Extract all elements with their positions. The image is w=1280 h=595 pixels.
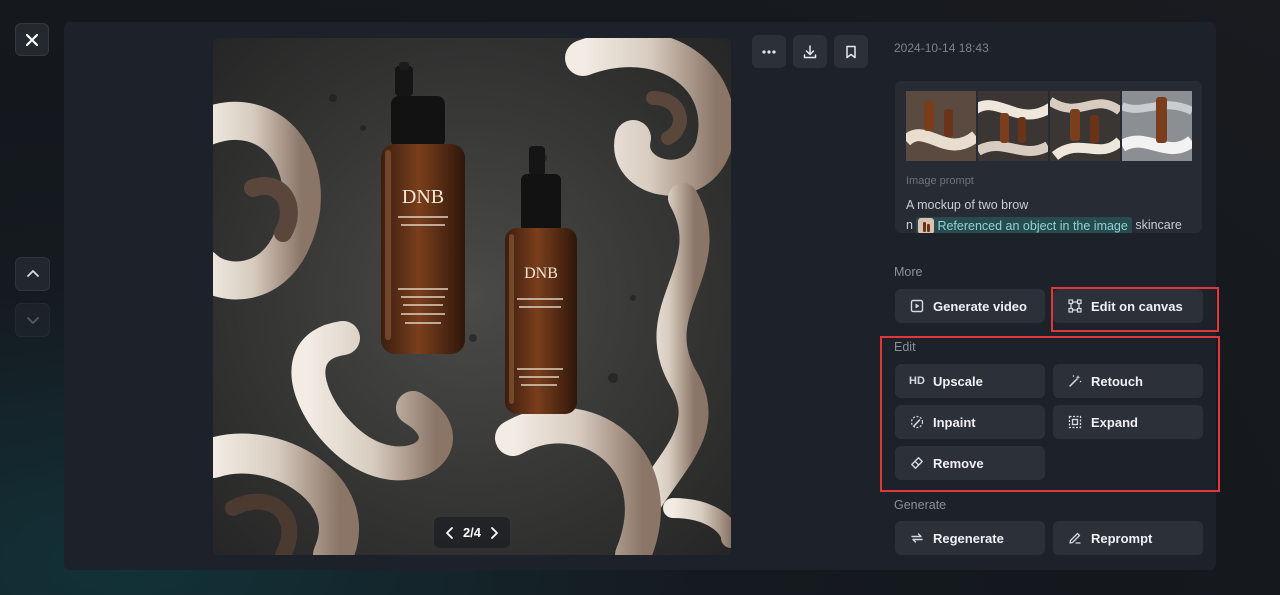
inpaint-button[interactable]: Inpaint <box>895 405 1045 439</box>
chevron-up-icon <box>26 270 39 277</box>
pager-next-button[interactable] <box>489 526 499 540</box>
retouch-label: Retouch <box>1091 373 1143 389</box>
bookmark-icon <box>846 45 856 58</box>
thumbnail[interactable] <box>978 91 1048 161</box>
prompt-text-prefix: n <box>906 218 913 232</box>
created-timestamp: 2024-10-14 18:43 <box>894 41 989 55</box>
edit-section-label: Edit <box>894 340 916 354</box>
brush-icon <box>909 414 925 430</box>
hd-icon: HD <box>909 375 925 387</box>
close-icon <box>25 33 39 46</box>
prompt-text: A mockup of two brow n Referenced an obj… <box>906 195 1196 233</box>
generated-image[interactable]: DNB DNB <box>213 38 731 555</box>
refresh-icon <box>909 530 925 546</box>
reprompt-button[interactable]: Reprompt <box>1053 521 1203 555</box>
more-section-label: More <box>894 265 923 279</box>
thumbnail[interactable] <box>1122 91 1192 161</box>
video-icon <box>909 298 925 314</box>
expand-button[interactable]: Expand <box>1053 405 1203 439</box>
regenerate-button[interactable]: Regenerate <box>895 521 1045 555</box>
prompt-card: Image prompt A mockup of two brow n Refe… <box>895 81 1202 233</box>
eraser-icon <box>909 455 925 471</box>
prompt-label: Image prompt <box>906 175 974 187</box>
thumbnail[interactable] <box>906 91 976 161</box>
bottle-label-small: DNB <box>524 265 558 282</box>
download-button[interactable] <box>793 35 827 68</box>
reference-chip-label: Referenced an object in the image <box>937 218 1128 233</box>
generate-section-label: Generate <box>894 498 947 512</box>
prompt-text-suffix: skincare <box>1135 218 1182 232</box>
image-pager: 2/4 <box>434 517 510 548</box>
download-icon <box>803 44 817 58</box>
chevron-left-icon <box>446 526 453 539</box>
inpaint-label: Inpaint <box>933 414 976 430</box>
regenerate-label: Regenerate <box>933 530 1004 546</box>
generate-video-button[interactable]: Generate video <box>895 289 1045 323</box>
prompt-text-line1: A mockup of two brow <box>906 198 1029 212</box>
thumbnail[interactable] <box>1050 91 1120 161</box>
upscale-label: Upscale <box>933 373 983 389</box>
remove-button[interactable]: Remove <box>895 446 1045 480</box>
pager-prev-button[interactable] <box>445 526 455 540</box>
highlight-box-edit-on-canvas <box>1051 287 1219 332</box>
close-button[interactable] <box>15 23 49 56</box>
thumbnail-strip <box>906 91 1192 161</box>
upscale-button[interactable]: HD Upscale <box>895 364 1045 398</box>
pencil-icon <box>1067 530 1083 546</box>
retouch-button[interactable]: Retouch <box>1053 364 1203 398</box>
pager-count: 2/4 <box>462 525 482 540</box>
magic-wand-icon <box>1067 373 1083 389</box>
next-image-button[interactable] <box>15 303 50 337</box>
remove-label: Remove <box>933 455 984 471</box>
expand-label: Expand <box>1091 414 1138 430</box>
bookmark-button[interactable] <box>834 35 868 68</box>
bottle-label-large: DNB <box>402 186 444 208</box>
reprompt-label: Reprompt <box>1091 530 1153 546</box>
chevron-down-icon <box>26 317 39 324</box>
more-horizontal-icon <box>762 49 776 54</box>
expand-icon <box>1067 414 1083 430</box>
chevron-right-icon <box>491 526 498 539</box>
more-options-button[interactable] <box>752 35 786 68</box>
generate-video-label: Generate video <box>933 298 1027 314</box>
previous-image-button[interactable] <box>15 257 50 291</box>
reference-chip[interactable]: Referenced an object in the image <box>916 216 1132 233</box>
reference-thumbnail-icon <box>918 217 935 233</box>
